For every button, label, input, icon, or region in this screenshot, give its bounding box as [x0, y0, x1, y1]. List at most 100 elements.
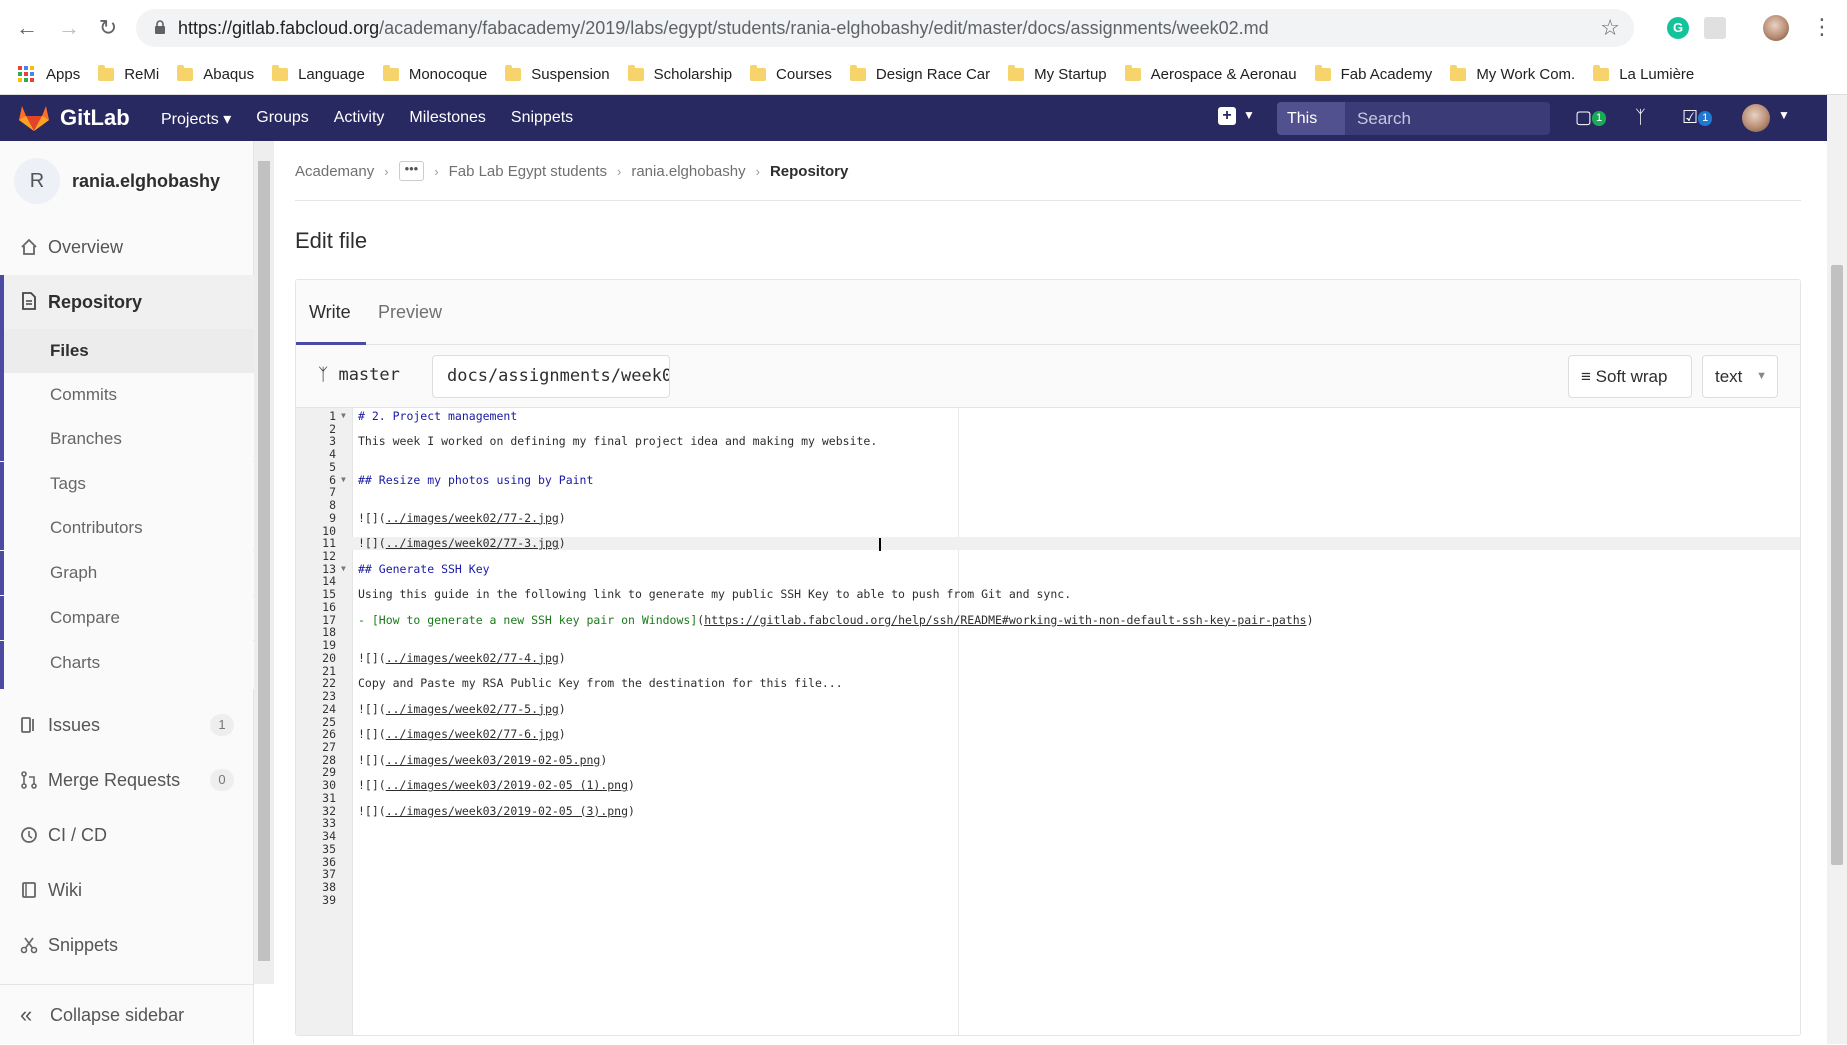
code-line[interactable]: 6 ▼ ## Resize my photos using by Paint [296, 473, 1800, 487]
code-line[interactable]: 35 [296, 843, 1800, 856]
scroll-thumb[interactable] [1831, 265, 1843, 865]
sidebar-item-repository[interactable]: Repository [0, 275, 254, 329]
bookmark-star-icon[interactable]: ☆ [1600, 15, 1620, 41]
bookmark-folder[interactable]: Monocoque [382, 64, 487, 83]
code-line[interactable]: 5 [296, 461, 1800, 474]
chevron-down-icon[interactable]: ▼ [1243, 108, 1255, 122]
code-line[interactable]: 33 [296, 817, 1800, 830]
sidebar-subitem-graph[interactable]: Graph [0, 551, 254, 595]
breadcrumb-item[interactable]: Fab Lab Egypt students [449, 163, 607, 180]
code-line[interactable]: 13 ▼ ## Generate SSH Key [296, 563, 1800, 576]
chevron-down-icon[interactable]: ▼ [1778, 108, 1790, 122]
merge-request-icon[interactable]: ᛉ [1635, 107, 1646, 128]
nav-activity[interactable]: Activity [334, 109, 385, 129]
bookmark-folder[interactable]: Suspension [505, 64, 610, 83]
sidebar-subitem-branches[interactable]: Branches [0, 417, 254, 461]
sidebar-subitem-tags[interactable]: Tags [0, 462, 254, 506]
scroll-thumb[interactable] [258, 161, 270, 961]
back-arrow-icon[interactable]: ← [12, 13, 42, 43]
code-line[interactable]: 28 ![](../images/week03/2019-02-05.png) [296, 753, 1800, 767]
code-line[interactable]: 11 ![](../images/week02/77-3.jpg) [296, 537, 1800, 551]
bookmark-folder[interactable]: La Lumière [1593, 64, 1694, 83]
sidebar-item-wiki[interactable]: Wiki [0, 868, 254, 912]
bookmark-folder[interactable]: Aerospace & Aeronau [1124, 64, 1297, 83]
breadcrumb-item[interactable]: Academany [295, 163, 374, 180]
breadcrumb-more-button[interactable]: ••• [398, 161, 425, 181]
sidebar-item-overview[interactable]: Overview [0, 225, 254, 269]
code-line[interactable]: 17- [How to generate a new SSH key pair … [296, 613, 1800, 627]
search-scope[interactable]: This project [1277, 102, 1346, 135]
code-line[interactable]: 9 ![](../images/week02/77-2.jpg) [296, 511, 1800, 525]
code-line[interactable]: 7 [296, 486, 1800, 499]
sidebar-subitem-compare[interactable]: Compare [0, 596, 254, 640]
code-line[interactable]: 1 ▼ # 2. Project management [296, 410, 1800, 423]
breadcrumb-current[interactable]: Repository [770, 163, 848, 180]
fold-arrow-icon[interactable]: ▼ [341, 474, 346, 487]
sidebar-item-issues[interactable]: Issues 1 [0, 703, 254, 747]
todos-icon[interactable]: ▢ 1 [1575, 107, 1607, 128]
soft-wrap-button[interactable]: ≡ Soft wrap [1568, 355, 1692, 398]
bookmark-folder[interactable]: Courses [750, 64, 832, 83]
bookmark-apps[interactable]: Apps [18, 66, 80, 83]
search-input[interactable] [1345, 102, 1550, 135]
gitlab-brand[interactable]: GitLab [60, 105, 130, 131]
code-line[interactable]: 37 [296, 868, 1800, 881]
bookmark-folder[interactable]: My Work Com. [1450, 64, 1575, 83]
gitlab-logo-icon[interactable] [18, 104, 50, 132]
bookmark-folder[interactable]: Fab Academy [1314, 64, 1432, 83]
code-line[interactable]: 4 [296, 448, 1800, 461]
code-line[interactable]: 22 Copy and Paste my RSA Public Key from … [296, 677, 1800, 690]
code-line[interactable]: 39 [296, 893, 1800, 907]
code-line[interactable]: 3 This week I worked on defining my final… [296, 435, 1800, 448]
fold-arrow-icon[interactable]: ▼ [341, 563, 346, 576]
collapse-sidebar-button[interactable]: « Collapse sidebar [0, 984, 254, 1044]
code-line[interactable]: 15 Using this guide in the following link… [296, 588, 1800, 601]
forward-arrow-icon[interactable]: → [54, 13, 84, 43]
bookmark-folder[interactable]: Design Race Car [849, 64, 990, 83]
bookmark-folder[interactable]: ReMi [98, 64, 159, 83]
user-avatar[interactable] [1742, 104, 1770, 132]
nav-groups[interactable]: Groups [256, 109, 308, 129]
code-line[interactable]: 32 ![](../images/week03/2019-02-05 (3).pn… [296, 804, 1800, 818]
breadcrumb-item[interactable]: rania.elghobashy [631, 163, 745, 180]
sidebar-project[interactable]: R rania.elghobashy [14, 158, 220, 204]
page-scrollbar[interactable] [1827, 95, 1847, 1044]
bookmark-folder[interactable]: Abaqus [177, 64, 254, 83]
code-line[interactable]: 12 [296, 550, 1800, 563]
sidebar-item-merge-requests[interactable]: Merge Requests 0 [0, 758, 254, 802]
sidebar-item-cicd[interactable]: CI / CD [0, 813, 254, 857]
sidebar-subitem-charts[interactable]: Charts [0, 641, 254, 689]
code-line[interactable]: 36 [296, 855, 1800, 869]
sidebar-subitem-files[interactable]: Files [0, 329, 254, 373]
sidebar-subitem-contributors[interactable]: Contributors [0, 506, 254, 550]
profile-avatar[interactable] [1763, 15, 1789, 41]
reload-icon[interactable]: ↻ [93, 13, 123, 43]
bookmark-folder[interactable]: Scholarship [627, 64, 732, 83]
issues-check-icon[interactable]: ☑ 1 [1682, 107, 1713, 128]
nav-snippets[interactable]: Snippets [511, 109, 573, 129]
code-line[interactable]: 26 ![](../images/week02/77-6.jpg) [296, 728, 1800, 741]
code-editor[interactable]: 1 ▼ # 2. Project management 2 3 This week I w… [296, 408, 1800, 1035]
menu-kebab-icon[interactable]: ⋮ [1811, 14, 1833, 40]
tab-preview[interactable]: Preview [378, 302, 442, 323]
code-line[interactable]: 38 [296, 881, 1800, 894]
code-line[interactable]: 30 ![](../images/week03/2019-02-05 (1).pn… [296, 779, 1800, 792]
fold-arrow-icon[interactable]: ▼ [341, 410, 346, 423]
code-line[interactable]: 24 ![](../images/week02/77-5.jpg) [296, 702, 1800, 716]
bookmark-folder[interactable]: My Startup [1008, 64, 1107, 83]
bookmark-folder[interactable]: Language [272, 64, 365, 83]
file-mode-dropdown[interactable]: text ▼ [1702, 355, 1778, 398]
sidebar-item-snippets[interactable]: Snippets [0, 923, 254, 967]
tab-write[interactable]: Write [309, 302, 351, 323]
sidebar-subitem-commits[interactable]: Commits [0, 373, 254, 417]
grammarly-extension-icon[interactable]: G [1667, 17, 1689, 39]
code-line[interactable]: 34 [296, 830, 1800, 843]
extension-icon[interactable] [1704, 17, 1726, 39]
nav-projects[interactable]: Projects ▾ [161, 109, 231, 129]
code-line[interactable]: 20 ![](../images/week02/77-4.jpg) [296, 651, 1800, 665]
sidebar-scrollbar[interactable] [254, 141, 274, 984]
file-path-input[interactable]: docs/assignments/week02.md [432, 355, 670, 398]
code-line[interactable]: 18 [296, 626, 1800, 639]
nav-milestones[interactable]: Milestones [409, 109, 485, 129]
new-plus-icon[interactable]: + [1218, 107, 1236, 125]
